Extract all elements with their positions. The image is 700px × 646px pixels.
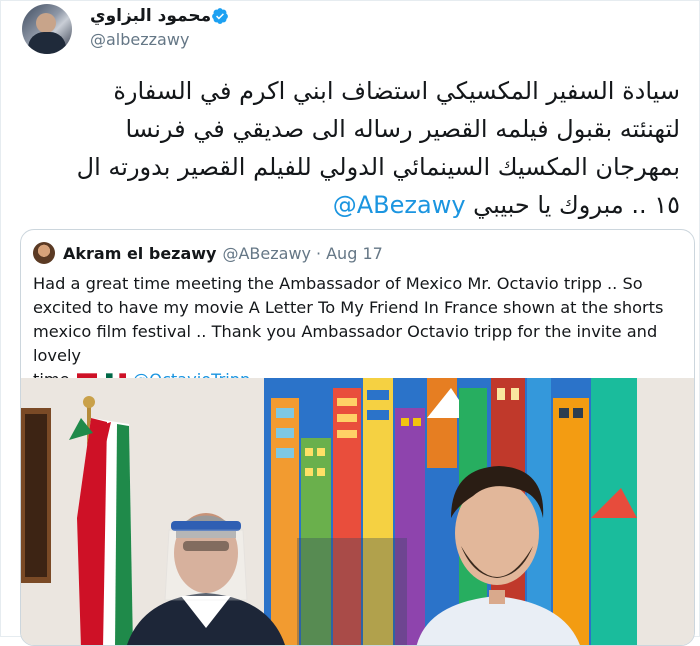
photo-illustration [21, 378, 694, 645]
author-avatar[interactable] [22, 4, 72, 54]
quoted-author-avatar[interactable] [33, 242, 55, 264]
quoted-author-handle[interactable]: @ABezawy [222, 244, 311, 263]
tweet-mention-link[interactable]: @ABezawy [333, 191, 466, 219]
quoted-tweet-text: Had a great time meeting the Ambassador … [33, 272, 680, 392]
author-header [22, 4, 72, 54]
display-name-row: محمود البزاوي [90, 6, 233, 26]
quoted-line-1: Had a great time meeting the Ambassador … [33, 274, 643, 293]
tweet-line-4: ١٥ .. مبروك يا حبيبي @ABezawy [20, 186, 680, 224]
verified-badge-icon [212, 8, 229, 24]
quoted-line-2: excited to have my movie A Letter To My … [33, 298, 664, 317]
tweet-line-1: سيادة السفير المكسيكي استضاف ابني اكرم ف… [113, 77, 680, 105]
tweet-line-4-text: ١٥ .. مبروك يا حبيبي [473, 191, 680, 219]
tweet-line-2: لتهنئته بقبول فيلمه القصير رساله الى صدي… [125, 115, 680, 143]
quoted-tweet-header: Akram el bezawy @ABezawy · Aug 17 [33, 242, 388, 264]
quoted-tweet-photo[interactable] [21, 378, 694, 645]
author-handle[interactable]: @albezzawy [90, 30, 189, 49]
quoted-tweet-card[interactable]: Akram el bezawy @ABezawy · Aug 17 Had a … [20, 229, 695, 646]
author-display-name[interactable]: محمود البزاوي [90, 6, 211, 26]
quoted-author-name[interactable]: Akram el bezawy [63, 244, 216, 263]
quoted-tweet-date[interactable]: Aug 17 [326, 244, 383, 263]
tweet-line-3: بمهرجان المكسيك السينمائي الدولي للفيلم … [76, 153, 680, 181]
tweet-text: سيادة السفير المكسيكي استضاف ابني اكرم ف… [20, 72, 680, 224]
separator-dot: · [316, 243, 322, 263]
quoted-line-3: mexico film festival .. Thank you Ambass… [33, 322, 658, 365]
